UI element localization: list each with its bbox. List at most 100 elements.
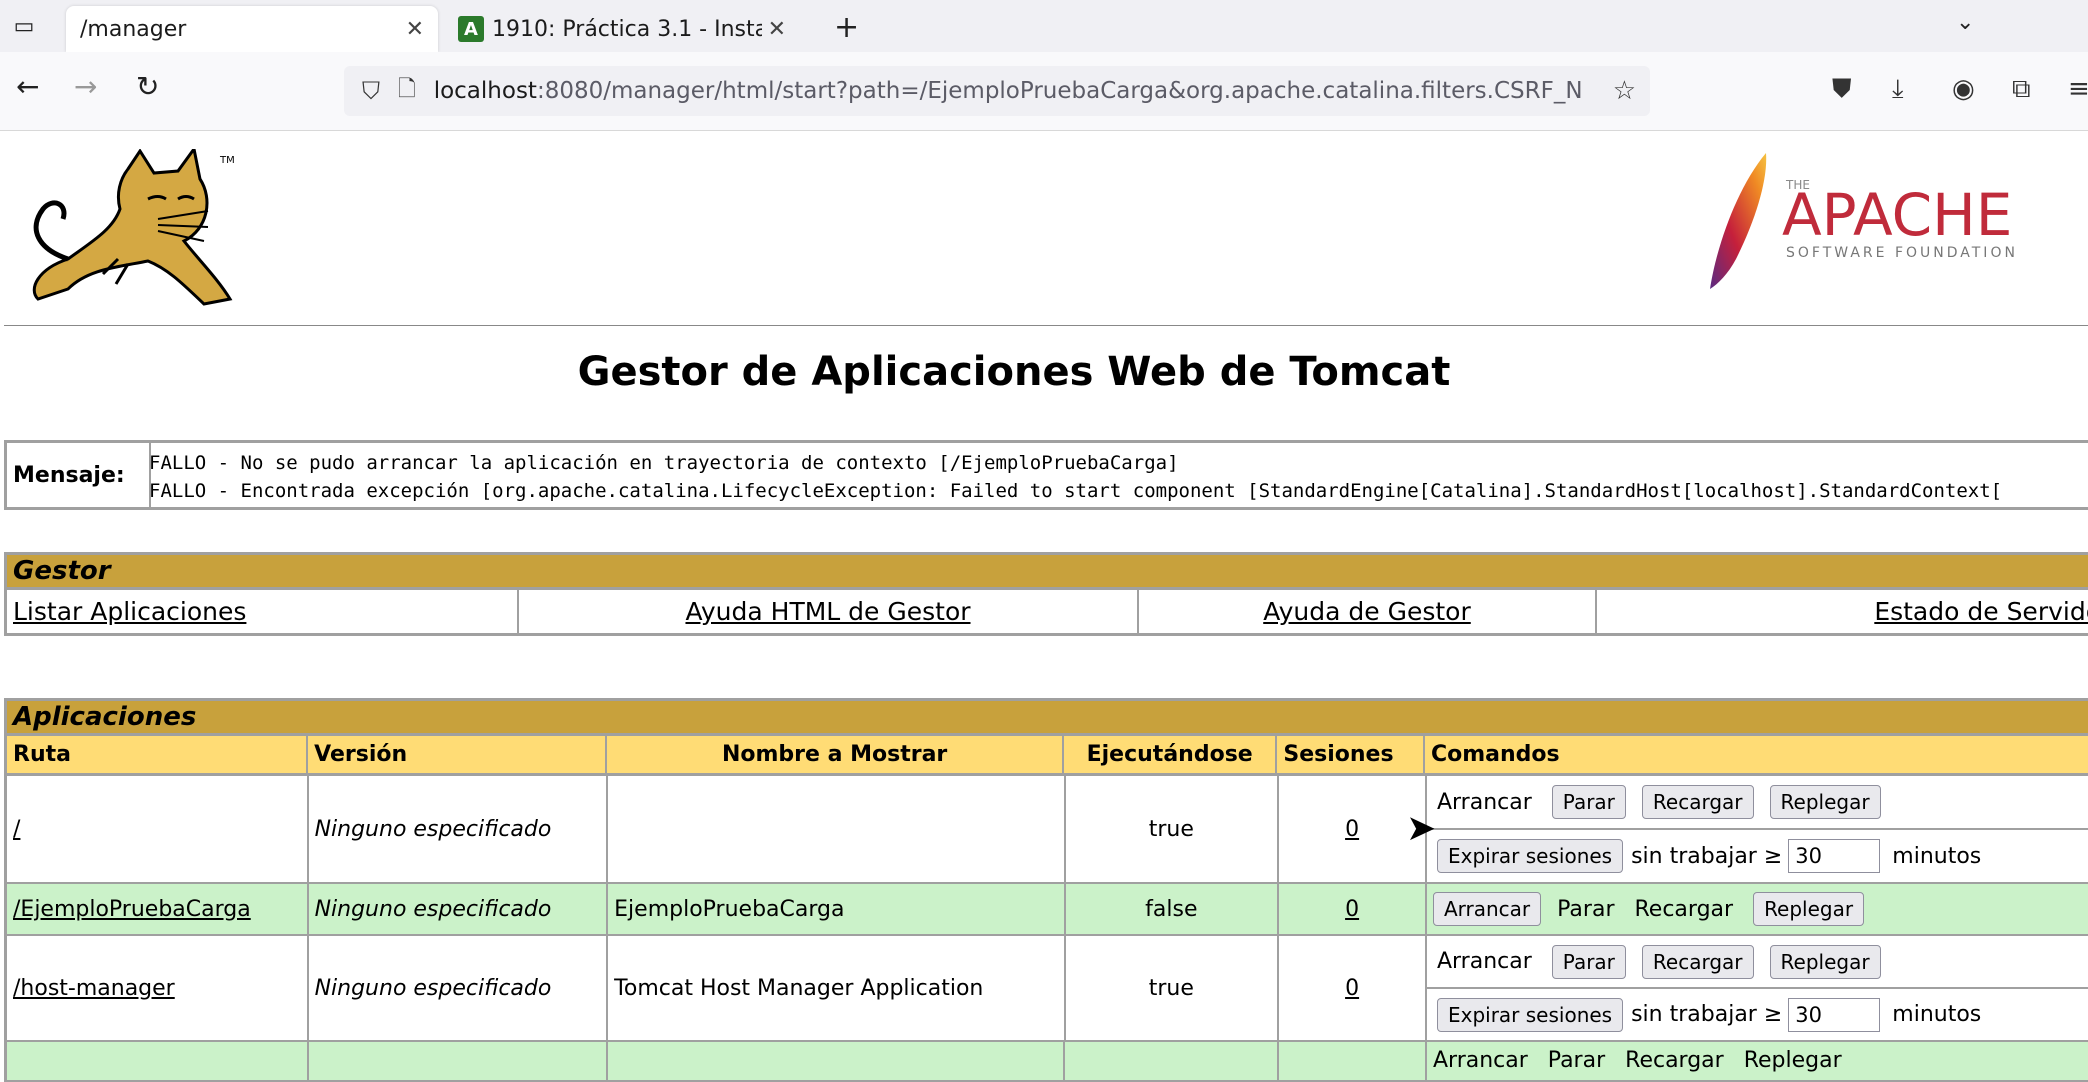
- account-icon[interactable]: ◉: [1952, 74, 1975, 104]
- idle-label: sin trabajar ≥: [1631, 1002, 1783, 1027]
- start-text: Arrancar: [1436, 789, 1532, 815]
- forward-icon[interactable]: →: [74, 70, 97, 103]
- new-tab-icon[interactable]: +: [834, 10, 859, 45]
- page-icon[interactable]: 🗋: [398, 72, 416, 110]
- table-row: Arrancar Parar Recargar Replegar: [4, 1042, 2088, 1082]
- extensions-icon[interactable]: ⧉: [2012, 74, 2031, 105]
- reload-button[interactable]: Recargar: [1641, 944, 1754, 979]
- menu-icon[interactable]: ≡: [2068, 74, 2088, 104]
- tab-title: 1910: Práctica 3.1 - Instala: [492, 16, 762, 42]
- apps-header: Aplicaciones: [4, 698, 2088, 736]
- tm-mark: TM: [219, 155, 235, 166]
- divider: [4, 325, 2088, 326]
- app-display-name: Tomcat Host Manager Application: [608, 936, 1066, 1042]
- favicon-icon: A: [458, 16, 484, 42]
- app-commands: Arrancar Parar Recargar Replegar: [1426, 884, 2088, 936]
- app-commands: Arrancar Parar Recargar Replegar Expirar…: [1426, 936, 2088, 1042]
- message-label: Mensaje:: [7, 443, 151, 507]
- stop-text: Parar: [1547, 1048, 1606, 1073]
- close-icon[interactable]: ✕: [406, 17, 424, 42]
- app-display-name: [608, 776, 1066, 884]
- gestor-links: Listar Aplicaciones Ayuda HTML de Gestor…: [4, 590, 2088, 636]
- col-ejecutandose: Ejecutándose: [1064, 736, 1278, 773]
- tomcat-logo[interactable]: TM: [8, 149, 238, 309]
- col-comandos: Comandos: [1425, 736, 2088, 773]
- app-running: [1065, 1042, 1280, 1082]
- app-version: [308, 1042, 609, 1082]
- apache-subtitle: SOFTWARE FOUNDATION: [1786, 245, 2018, 261]
- app-display-name: EjemploPruebaCarga: [608, 884, 1066, 936]
- apps-column-headers: Ruta Versión Nombre a Mostrar Ejecutándo…: [4, 736, 2088, 776]
- table-row: /EjemploPruebaCarga Ninguno especificado…: [4, 884, 2088, 936]
- stop-text: Parar: [1557, 896, 1615, 922]
- reload-text: Recargar: [1634, 896, 1734, 922]
- app-sessions-link[interactable]: 0: [1279, 884, 1427, 936]
- undeploy-text: Replegar: [1743, 1048, 1842, 1073]
- url-text[interactable]: localhost:8080/manager/html/start?path=/…: [434, 78, 1584, 104]
- app-running: true: [1065, 936, 1280, 1042]
- table-row: /host-manager Ninguno especificado Tomca…: [4, 936, 2088, 1042]
- app-path-link[interactable]: /EjemploPruebaCarga: [7, 884, 309, 936]
- apache-logo[interactable]: THE APACHE SOFTWARE FOUNDATION: [1706, 149, 2046, 299]
- tab-title: /manager: [80, 16, 187, 42]
- html-help-link[interactable]: Ayuda HTML de Gestor: [519, 590, 1139, 633]
- expire-sessions-button[interactable]: Expirar sesiones: [1436, 839, 1624, 873]
- manager-help-link[interactable]: Ayuda de Gestor: [1139, 590, 1597, 633]
- back-icon[interactable]: ←: [16, 70, 39, 103]
- nav-bar: ← → ↻ ⛉ 🗋 localhost:8080/manager/html/st…: [0, 52, 2088, 131]
- idle-minutes-input[interactable]: 30: [1788, 839, 1881, 873]
- app-path-link[interactable]: /host-manager: [7, 936, 309, 1042]
- bookmark-star-icon[interactable]: ☆: [1613, 76, 1636, 106]
- undeploy-button[interactable]: Replegar: [1769, 944, 1881, 979]
- table-row: / Ninguno especificado true 0 Arrancar P…: [4, 776, 2088, 884]
- close-icon[interactable]: ✕: [768, 17, 786, 42]
- app-path-link[interactable]: [7, 1042, 309, 1082]
- app-display-name: [608, 1042, 1066, 1082]
- app-commands: Arrancar Parar Recargar Replegar: [1426, 1042, 2088, 1082]
- app-version: Ninguno especificado: [308, 776, 609, 884]
- list-apps-link[interactable]: Listar Aplicaciones: [7, 590, 519, 633]
- chevron-down-icon[interactable]: ⌄: [1956, 10, 1974, 35]
- start-text: Arrancar: [1432, 1048, 1528, 1073]
- app-sessions-link[interactable]: [1279, 1042, 1427, 1082]
- tab-bar: ▭ /manager ✕ A 1910: Práctica 3.1 - Inst…: [0, 0, 2088, 52]
- col-ruta: Ruta: [7, 736, 309, 773]
- idle-label: sin trabajar ≥: [1631, 843, 1783, 869]
- tab-practica[interactable]: A 1910: Práctica 3.1 - Instala ✕: [444, 6, 800, 52]
- message-text: FALLO - No se pudo arrancar la aplicació…: [149, 452, 2003, 502]
- download-icon[interactable]: ⤓: [1892, 74, 1904, 105]
- start-button[interactable]: Arrancar: [1432, 892, 1542, 926]
- gestor-header: Gestor: [4, 552, 2088, 590]
- expire-sessions-button[interactable]: Expirar sesiones: [1436, 997, 1624, 1032]
- app-sessions-link[interactable]: 0: [1279, 936, 1427, 1042]
- app-version: Ninguno especificado: [308, 884, 609, 936]
- reload-button[interactable]: Recargar: [1641, 785, 1754, 819]
- stop-button[interactable]: Parar: [1551, 785, 1626, 819]
- tab-manager[interactable]: /manager ✕: [66, 6, 438, 52]
- page-title: Gestor de Aplicaciones Web de Tomcat: [577, 349, 1451, 395]
- col-version: Versión: [308, 736, 608, 773]
- app-commands: Arrancar Parar Recargar Replegar Expirar…: [1426, 776, 2088, 884]
- undeploy-button[interactable]: Replegar: [1769, 785, 1881, 819]
- apache-word: APACHE: [1782, 181, 2012, 249]
- minutes-label: minutos: [1892, 843, 1982, 869]
- message-box: Mensaje: FALLO - No se pudo arrancar la …: [4, 440, 2088, 510]
- app-sessions-link[interactable]: 0: [1279, 776, 1427, 884]
- app-version: Ninguno especificado: [308, 936, 609, 1042]
- app-running: false: [1065, 884, 1280, 936]
- reload-text: Recargar: [1625, 1048, 1724, 1073]
- address-bar[interactable]: ⛉ 🗋 localhost:8080/manager/html/start?pa…: [344, 66, 1650, 116]
- start-text: Arrancar: [1436, 949, 1532, 974]
- pocket-icon[interactable]: ⛊: [1832, 74, 1852, 105]
- shield-icon[interactable]: ⛉: [362, 77, 380, 105]
- stop-button[interactable]: Parar: [1551, 944, 1626, 979]
- app-path-link[interactable]: /: [7, 776, 309, 884]
- undeploy-button[interactable]: Replegar: [1753, 892, 1865, 926]
- tab-list-icon[interactable]: ▭: [8, 10, 40, 42]
- col-sesiones: Sesiones: [1277, 736, 1425, 773]
- server-status-link[interactable]: Estado de Servido: [1597, 590, 2088, 633]
- idle-minutes-input[interactable]: 30: [1788, 997, 1881, 1032]
- col-nombre: Nombre a Mostrar: [607, 736, 1064, 773]
- app-running: true: [1065, 776, 1280, 884]
- reload-icon[interactable]: ↻: [136, 70, 159, 103]
